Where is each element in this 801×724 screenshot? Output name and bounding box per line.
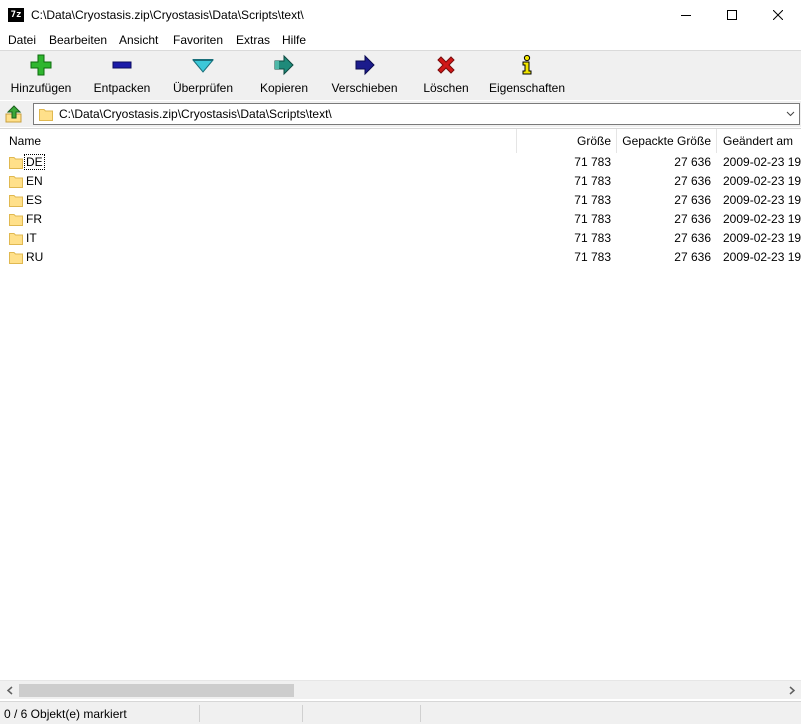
status-divider: [420, 705, 421, 722]
menu-ansicht[interactable]: Ansicht: [119, 33, 158, 47]
selection-status: 0 / 6 Objekt(e) markiert: [4, 707, 127, 721]
item-modified: 2009-02-23 19:: [723, 174, 801, 188]
list-item[interactable]: EN 71 783 27 636 2009-02-23 19:: [0, 172, 801, 191]
properties-label: Eigenschaften: [488, 81, 566, 95]
list-item[interactable]: DE 71 783 27 636 2009-02-23 19:: [0, 153, 801, 172]
folder-icon: [39, 109, 53, 121]
move-arrow-icon: [355, 54, 375, 76]
item-modified: 2009-02-23 19:: [723, 231, 801, 245]
item-size: 71 783: [574, 193, 611, 207]
copy-button[interactable]: Kopieren: [256, 51, 312, 101]
menu-extras[interactable]: Extras: [236, 33, 270, 47]
extract-button[interactable]: Entpacken: [91, 51, 153, 101]
folder-icon: [9, 233, 23, 245]
maximize-icon: [727, 10, 737, 20]
status-bar: 0 / 6 Objekt(e) markiert: [0, 701, 801, 724]
menu-bearbeiten[interactable]: Bearbeiten: [49, 33, 107, 47]
delete-x-icon: [437, 56, 455, 74]
item-size: 71 783: [574, 231, 611, 245]
item-modified: 2009-02-23 19:: [723, 212, 801, 226]
folder-icon: [9, 214, 23, 226]
item-name: RU: [26, 250, 44, 264]
up-folder-button[interactable]: [5, 105, 23, 123]
item-packed-size: 27 636: [674, 193, 711, 207]
minimize-button[interactable]: [663, 0, 709, 30]
status-divider: [302, 705, 303, 722]
scroll-right-button[interactable]: [783, 681, 800, 700]
minimize-icon: [681, 15, 691, 16]
copy-arrow-icon: [274, 54, 294, 76]
check-down-icon: [192, 59, 214, 73]
item-packed-size: 27 636: [674, 231, 711, 245]
properties-button[interactable]: Eigenschaften: [488, 51, 566, 101]
add-label: Hinzufügen: [10, 81, 72, 95]
menu-datei[interactable]: Datei: [8, 33, 36, 47]
item-packed-size: 27 636: [674, 155, 711, 169]
move-label: Verschieben: [331, 81, 398, 95]
column-size[interactable]: Größe: [517, 134, 611, 148]
copy-label: Kopieren: [259, 81, 309, 95]
folder-icon: [9, 195, 23, 207]
maximize-button[interactable]: [709, 0, 755, 30]
item-packed-size: 27 636: [674, 212, 711, 226]
chevron-down-icon: [786, 111, 795, 117]
item-name: IT: [26, 231, 37, 245]
column-name[interactable]: Name: [9, 134, 41, 148]
item-size: 71 783: [574, 212, 611, 226]
chevron-left-icon: [6, 686, 12, 695]
folder-icon: [9, 157, 23, 169]
column-modified[interactable]: Geändert am: [723, 134, 793, 148]
extract-label: Entpacken: [93, 81, 151, 95]
menu-favoriten[interactable]: Favoriten: [173, 33, 223, 47]
item-packed-size: 27 636: [674, 250, 711, 264]
column-packed-size[interactable]: Gepackte Größe: [617, 134, 711, 148]
item-modified: 2009-02-23 19:: [723, 155, 801, 169]
item-size: 71 783: [574, 250, 611, 264]
window-title: C:\Data\Cryostasis.zip\Cryostasis\Data\S…: [31, 8, 304, 22]
folder-icon: [9, 176, 23, 188]
address-bar: C:\Data\Cryostasis.zip\Cryostasis\Data\S…: [0, 101, 801, 127]
path-combobox[interactable]: C:\Data\Cryostasis.zip\Cryostasis\Data\S…: [33, 103, 800, 125]
path-text: C:\Data\Cryostasis.zip\Cryostasis\Data\S…: [59, 107, 332, 121]
column-header: Name Größe Gepackte Größe Geändert am: [0, 129, 801, 153]
file-list[interactable]: Name Größe Gepackte Größe Geändert am DE…: [0, 128, 801, 680]
horizontal-scrollbar[interactable]: [0, 680, 801, 699]
delete-button[interactable]: Löschen: [421, 51, 471, 101]
column-divider[interactable]: [716, 129, 717, 153]
minus-icon: [112, 61, 132, 69]
menu-hilfe[interactable]: Hilfe: [282, 33, 306, 47]
folder-icon: [9, 252, 23, 264]
scroll-thumb[interactable]: [19, 684, 294, 697]
item-modified: 2009-02-23 19:: [723, 250, 801, 264]
list-item[interactable]: RU 71 783 27 636 2009-02-23 19:: [0, 248, 801, 267]
7zip-app-icon[interactable]: 7z: [8, 8, 24, 22]
up-arrow-icon: [5, 105, 22, 123]
item-name: DE: [24, 154, 45, 170]
item-name: EN: [26, 174, 43, 188]
item-packed-size: 27 636: [674, 174, 711, 188]
list-item[interactable]: IT 71 783 27 636 2009-02-23 19:: [0, 229, 801, 248]
item-modified: 2009-02-23 19:: [723, 193, 801, 207]
info-icon: [522, 54, 532, 75]
close-icon: [773, 10, 783, 20]
plus-icon: [30, 54, 52, 76]
item-size: 71 783: [574, 174, 611, 188]
delete-label: Löschen: [423, 81, 469, 95]
item-name: ES: [26, 193, 43, 207]
menu-bar: Datei Bearbeiten Ansicht Favoriten Extra…: [0, 30, 801, 50]
test-label: Überprüfen: [172, 81, 234, 95]
list-item[interactable]: ES 71 783 27 636 2009-02-23 19:: [0, 191, 801, 210]
close-button[interactable]: [755, 0, 801, 30]
item-size: 71 783: [574, 155, 611, 169]
title-bar: 7z C:\Data\Cryostasis.zip\Cryostasis\Dat…: [0, 0, 801, 30]
toolbar: Hinzufügen Entpacken Überprüfen Kopieren…: [0, 50, 801, 100]
status-divider: [199, 705, 200, 722]
chevron-right-icon: [789, 686, 795, 695]
test-button[interactable]: Überprüfen: [171, 51, 235, 101]
add-button[interactable]: Hinzufügen: [9, 51, 73, 101]
item-name: FR: [26, 212, 42, 226]
list-item[interactable]: FR 71 783 27 636 2009-02-23 19:: [0, 210, 801, 229]
scroll-left-button[interactable]: [1, 681, 18, 700]
move-button[interactable]: Verschieben: [331, 51, 398, 101]
